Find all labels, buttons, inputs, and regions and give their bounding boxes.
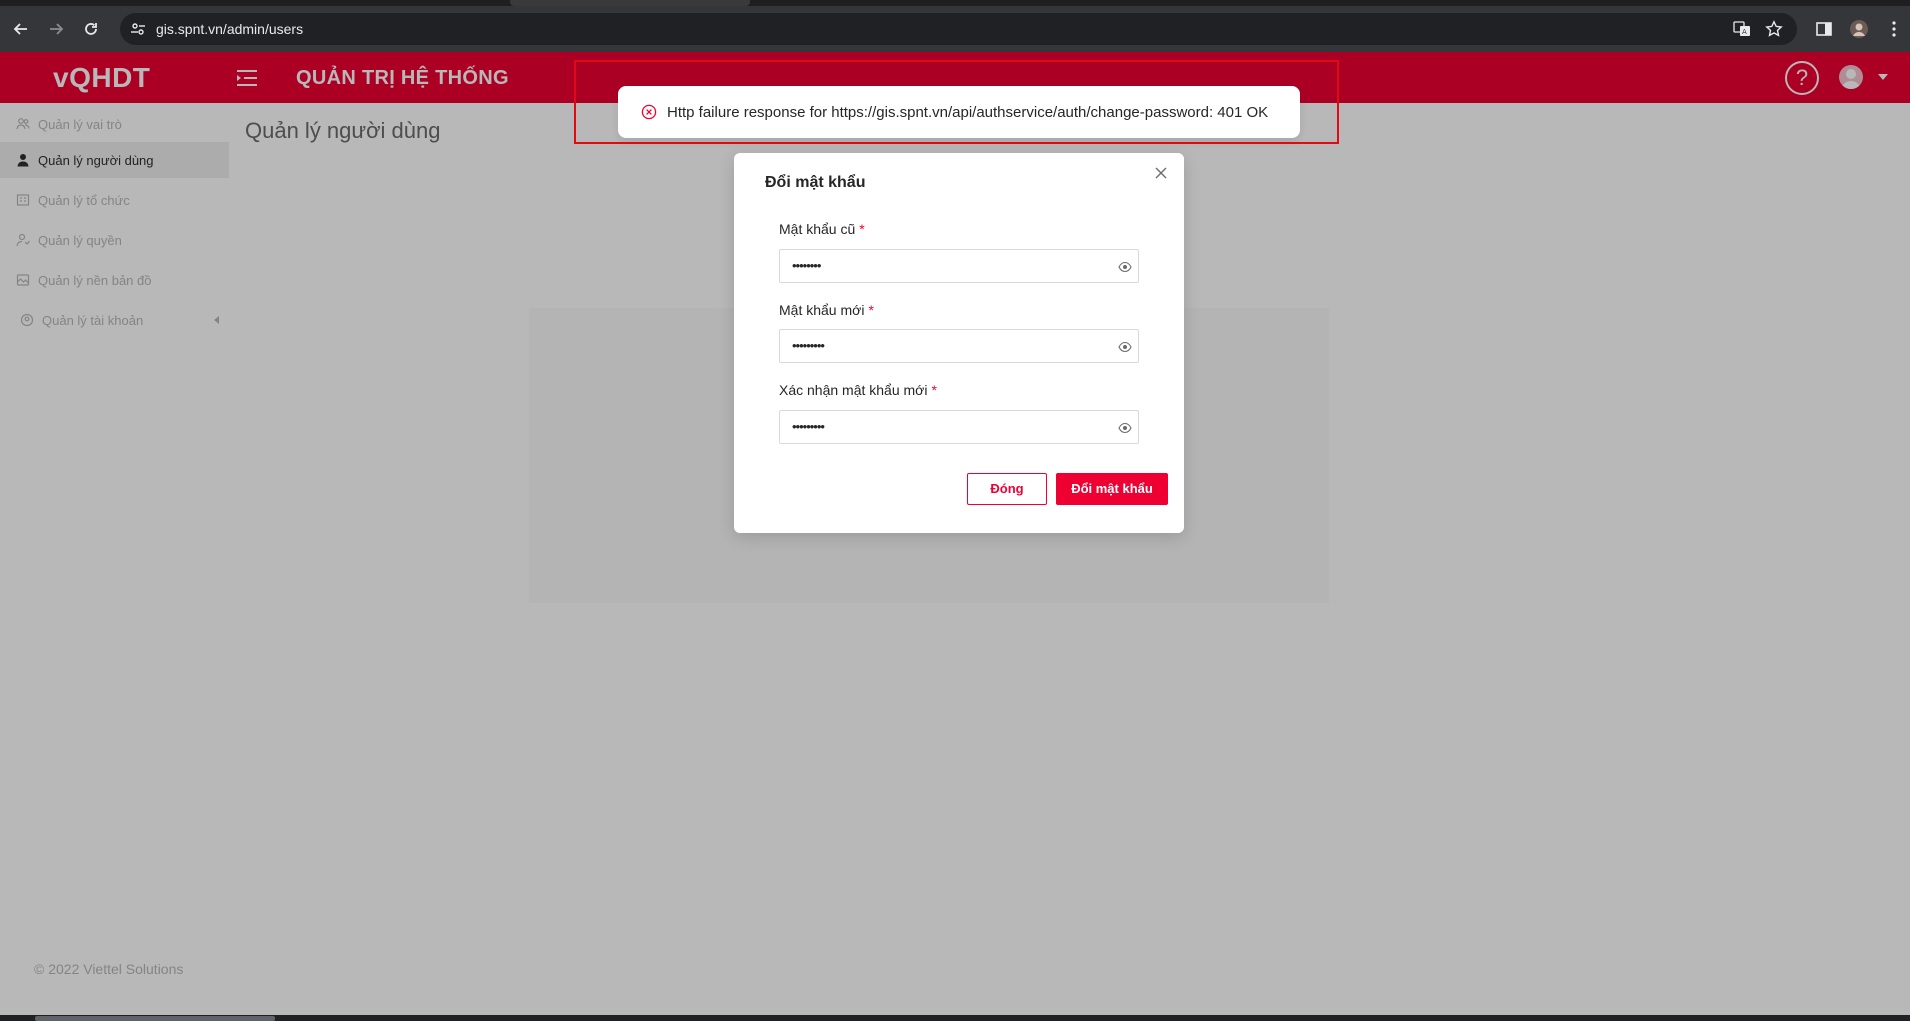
browser-menu-icon[interactable]	[1884, 19, 1904, 39]
cancel-button[interactable]: Đóng	[967, 473, 1047, 505]
bottom-bar	[0, 1015, 1910, 1021]
show-password-eye-icon[interactable]	[1118, 261, 1132, 273]
masked-value: •••••••••	[792, 419, 825, 434]
error-circle-icon	[641, 104, 657, 120]
change-password-modal: Đổi mật khẩu Mật khẩu cũ * •••••••• Mật k…	[734, 153, 1184, 533]
url-text[interactable]: gis.spnt.vn/admin/users	[156, 21, 303, 37]
change-password-button[interactable]: Đổi mật khẩu	[1056, 473, 1168, 505]
profile-avatar-icon[interactable]	[1849, 19, 1869, 39]
required-mark: *	[868, 302, 874, 318]
masked-value: •••••••••	[792, 338, 825, 353]
back-icon[interactable]	[9, 17, 33, 41]
confirm-password-field[interactable]: •••••••••	[779, 410, 1139, 444]
close-icon[interactable]	[1153, 165, 1169, 181]
side-panel-icon[interactable]	[1814, 19, 1834, 39]
show-password-eye-icon[interactable]	[1118, 422, 1132, 434]
horizontal-scrollbar[interactable]	[35, 1016, 275, 1021]
show-password-eye-icon[interactable]	[1118, 341, 1132, 353]
svg-text:A: A	[1742, 28, 1747, 36]
forward-icon[interactable]	[44, 17, 68, 41]
modal-title: Đổi mật khẩu	[765, 174, 866, 191]
error-toast: Http failure response for https://gis.sp…	[618, 86, 1300, 138]
required-mark: *	[931, 382, 937, 398]
app-page: vQHDT QUẢN TRỊ HỆ THỐNG ? Quản lý vai tr…	[0, 52, 1910, 1015]
browser-toolbar: gis.spnt.vn/admin/users A	[0, 6, 1910, 52]
new-password-label: Mật khẩu mới *	[779, 302, 874, 318]
old-password-label: Mật khẩu cũ *	[779, 221, 865, 237]
masked-value: ••••••••	[792, 258, 821, 273]
translate-icon[interactable]: A	[1733, 20, 1751, 38]
new-password-field[interactable]: •••••••••	[779, 329, 1139, 363]
field-label-text: Xác nhận mật khẩu mới	[779, 382, 928, 398]
reload-icon[interactable]	[79, 17, 103, 41]
toast-message: Http failure response for https://gis.sp…	[667, 103, 1269, 121]
field-label-text: Mật khẩu cũ	[779, 221, 856, 237]
required-mark: *	[859, 221, 865, 237]
old-password-field[interactable]: ••••••••	[779, 249, 1139, 283]
bookmark-star-icon[interactable]	[1765, 20, 1783, 38]
field-label-text: Mật khẩu mới	[779, 302, 865, 318]
address-bar[interactable]: gis.spnt.vn/admin/users A	[120, 13, 1797, 45]
site-settings-icon[interactable]	[130, 21, 146, 37]
confirm-password-label: Xác nhận mật khẩu mới *	[779, 382, 937, 398]
